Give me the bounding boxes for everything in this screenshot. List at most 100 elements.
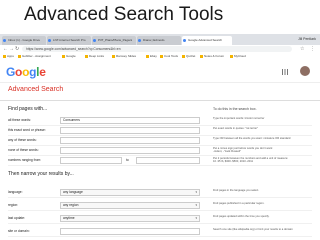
exact-phrase-input[interactable] bbox=[60, 127, 200, 134]
form-row-last-update: last update: anytime ▾ Find pages updated… bbox=[8, 214, 312, 224]
tab-internet-search[interactable]: LNT-Internet Search Pro bbox=[47, 36, 91, 45]
bookmark-label: Ramsey Slides bbox=[116, 54, 137, 58]
tab-label: LNT-Internet Search Pro bbox=[53, 38, 86, 42]
avatar[interactable] bbox=[300, 66, 310, 76]
language-select[interactable]: any language ▾ bbox=[60, 189, 200, 196]
tab-edmodo[interactable]: Diana | Edmodo bbox=[137, 36, 181, 45]
field-label: language: bbox=[8, 190, 23, 194]
browser-user-name[interactable]: Jill Pentlark bbox=[298, 35, 316, 44]
slide-title: Advanced Search Tools bbox=[24, 4, 224, 25]
bookmark-item[interactable]: Google bbox=[62, 53, 76, 60]
bookmark-item[interactable]: Ramsey Slides bbox=[112, 53, 136, 60]
bookmark-label: Ebay bbox=[150, 54, 157, 58]
form-row-exact-phrase: this exact word or phrase: Put exact wor… bbox=[8, 126, 312, 136]
bookmark-item[interactable]: Deep Links bbox=[85, 53, 104, 60]
tab-label: Diana | Edmodo bbox=[143, 38, 165, 42]
tab-advanced-search[interactable]: Google Advanced Search bbox=[182, 36, 232, 45]
bookmark-label: MyCloud bbox=[234, 54, 246, 58]
field-label: site or domain: bbox=[8, 229, 30, 233]
bookmark-item[interactable]: MyCloud bbox=[230, 53, 246, 60]
select-value: any region bbox=[63, 203, 79, 207]
form-row-region: region: any region ▾ Find pages published… bbox=[8, 201, 312, 211]
tab-strip: Inbox (1) - Google Drive LNT-Internet Se… bbox=[0, 34, 320, 45]
field-help: Find pages published in a particular reg… bbox=[213, 202, 265, 205]
bookmark-item[interactable]: Cool Tools bbox=[160, 53, 178, 60]
search-box-hint-heading: To do this in the search box. bbox=[213, 107, 257, 111]
field-help: Put exact words in quotes: "rat terrier" bbox=[213, 127, 259, 130]
region-select[interactable]: any region ▾ bbox=[60, 202, 200, 209]
bookmark-icon bbox=[200, 54, 203, 58]
tab-favicon-icon bbox=[48, 39, 51, 42]
bookmark-item[interactable]: Quizlet bbox=[182, 53, 195, 60]
field-label: any of these words: bbox=[8, 138, 37, 142]
narrow-results-heading: Then narrow your results by... bbox=[8, 171, 74, 177]
range-to-input[interactable] bbox=[136, 157, 200, 164]
apps-grid-icon[interactable] bbox=[282, 69, 288, 75]
all-words-input[interactable]: Consumers bbox=[60, 117, 200, 124]
form-row-any-words: any of these words: Type OR between all … bbox=[8, 136, 312, 146]
bookmark-icon bbox=[230, 54, 233, 58]
field-label: none of these words: bbox=[8, 148, 39, 152]
bookmark-icon bbox=[112, 54, 115, 58]
field-help: Find pages in the language you select. bbox=[213, 189, 260, 192]
bookmark-icon bbox=[62, 54, 65, 58]
bookmark-label: Google bbox=[66, 54, 76, 58]
range-to-label: to bbox=[126, 158, 129, 162]
bookmark-item[interactable]: Apps bbox=[3, 53, 14, 60]
bookmark-label: Gobbler - Assignment bbox=[22, 54, 51, 58]
site-domain-input[interactable] bbox=[60, 228, 200, 235]
bookmark-icon bbox=[146, 54, 149, 58]
bookmark-item[interactable]: Ebay bbox=[146, 53, 157, 60]
form-row-number-range: numbers ranging from: to Put 2 periods b… bbox=[8, 156, 312, 166]
tab-label: Inbox (1) - Google Drive bbox=[8, 38, 41, 42]
google-header: Google bbox=[0, 60, 320, 82]
field-help: Put 2 periods between the numbers and ad… bbox=[213, 157, 289, 164]
select-value: any language bbox=[63, 190, 83, 194]
field-help: Search one site (like wikipedia.org) or … bbox=[213, 228, 293, 231]
back-icon[interactable]: ← bbox=[3, 46, 8, 52]
bookmark-icon bbox=[3, 54, 6, 58]
any-words-input[interactable] bbox=[60, 137, 200, 144]
find-pages-heading: Find pages with... bbox=[8, 106, 48, 112]
field-help: Type the important words: tricolor rat t… bbox=[213, 117, 265, 120]
chevron-down-icon: ▾ bbox=[195, 190, 197, 194]
form-row-site-domain: site or domain: Search one site (like wi… bbox=[8, 227, 312, 237]
form-row-language: language: any language ▾ Find pages in th… bbox=[8, 188, 312, 198]
field-help: Find pages updated within the time you s… bbox=[213, 215, 270, 218]
field-label: last update: bbox=[8, 216, 26, 220]
reload-icon[interactable]: ↻ bbox=[15, 46, 19, 52]
field-label: this exact word or phrase: bbox=[8, 128, 46, 132]
tab-plans[interactable]: P3T_Plans/Plans_Pagani bbox=[92, 36, 136, 45]
bookmark-label: Notes & Forum bbox=[204, 54, 225, 58]
google-logo[interactable]: Google bbox=[6, 65, 46, 79]
bookmark-label: Deep Links bbox=[89, 54, 105, 58]
last-update-select[interactable]: anytime ▾ bbox=[60, 215, 200, 222]
page-title: Advanced Search bbox=[8, 86, 64, 93]
field-label: numbers ranging from: bbox=[8, 158, 42, 162]
bookmark-item[interactable]: Notes & Forum bbox=[200, 53, 224, 60]
star-icon[interactable]: ☆ bbox=[300, 46, 304, 52]
tab-label: Google Advanced Search bbox=[188, 38, 223, 42]
logo-letter: G bbox=[6, 65, 16, 79]
bookmark-icon bbox=[160, 54, 163, 58]
address-bar[interactable]: https://www.google.com/advanced_search?q… bbox=[22, 46, 292, 52]
bookmark-label: Apps bbox=[7, 54, 14, 58]
bookmark-label: Cool Tools bbox=[164, 54, 178, 58]
chevron-down-icon: ▾ bbox=[195, 203, 197, 207]
bookmark-item[interactable]: Gobbler - Assignment bbox=[18, 53, 51, 60]
form-row-all-words: all these words: Consumers Type the impo… bbox=[8, 116, 312, 126]
bookmark-icon bbox=[182, 54, 185, 58]
logo-letter: e bbox=[39, 65, 46, 79]
field-label: region: bbox=[8, 203, 19, 207]
none-words-input[interactable] bbox=[60, 147, 200, 154]
chevron-down-icon: ▾ bbox=[195, 216, 197, 220]
browser-screenshot: Inbox (1) - Google Drive LNT-Internet Se… bbox=[0, 34, 320, 240]
page-heading-bar: Advanced Search bbox=[0, 82, 320, 101]
select-value: anytime bbox=[63, 216, 75, 220]
forward-icon[interactable]: → bbox=[9, 46, 14, 52]
field-help: Put a minus sign just before words you d… bbox=[213, 147, 273, 154]
tab-inbox[interactable]: Inbox (1) - Google Drive bbox=[2, 36, 46, 45]
tab-favicon-icon bbox=[138, 39, 141, 42]
range-from-input[interactable] bbox=[60, 157, 122, 164]
menu-icon[interactable]: ⋮ bbox=[310, 46, 315, 52]
